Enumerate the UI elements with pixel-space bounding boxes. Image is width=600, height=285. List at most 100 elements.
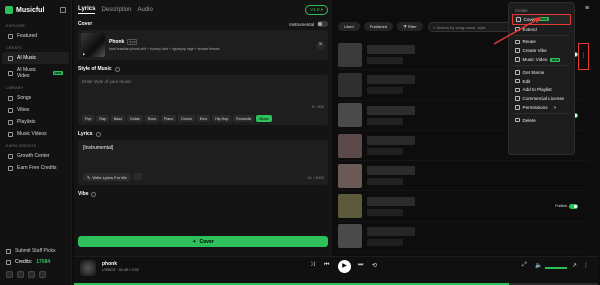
help-icon[interactable]	[95, 131, 101, 137]
filter-button[interactable]: ⧩ Filter	[397, 22, 423, 31]
lyrics-tools-button[interactable]	[133, 173, 142, 180]
sidebar-item-featured[interactable]: Featured	[2, 30, 69, 42]
song-row[interactable]	[338, 222, 588, 253]
tab-audio[interactable]: Audio	[137, 7, 152, 13]
fullscreen-icon[interactable]: ⤢	[522, 262, 527, 269]
instrumental-toggle[interactable]	[317, 21, 328, 27]
style-chip[interactable]: Guitar	[127, 115, 143, 122]
discord-icon[interactable]	[39, 271, 46, 278]
song-thumbnail	[338, 194, 362, 219]
filter-liked[interactable]: Liked	[338, 22, 360, 31]
sidebar-item-ai-music[interactable]: AI Music	[2, 52, 69, 64]
new-badge: NEW	[53, 71, 63, 75]
menu-item-add-to-playlist[interactable]: Add to Playlist	[512, 85, 571, 94]
collapse-sidebar-icon[interactable]	[60, 7, 66, 13]
style-chip[interactable]: Romantic	[233, 115, 255, 122]
sidebar-item-vibes[interactable]: Vibes	[2, 104, 69, 116]
pen-icon: ✎	[87, 174, 91, 180]
sidebar-item-earn-free-credits[interactable]: Earn Free Credits	[2, 162, 69, 174]
style-chip[interactable]: Bass	[111, 115, 125, 122]
repeat-icon[interactable]: ⟲	[372, 262, 377, 269]
menu-item-reuse[interactable]: Reuse	[512, 38, 571, 47]
sidebar-item-growth-center[interactable]: Growth Center	[2, 150, 69, 162]
song-more-options-button[interactable]: ⋮	[578, 43, 589, 70]
app-name: Musicful	[16, 6, 45, 14]
write-lyrics-button[interactable]: ✎ Write Lyrics For Me	[83, 173, 131, 181]
songs-icon	[8, 95, 13, 101]
instagram-icon[interactable]	[28, 271, 35, 278]
cover-submit-button[interactable]: ✦ Cover	[78, 236, 328, 247]
previous-icon[interactable]: ⏮	[324, 262, 329, 269]
volume-slider[interactable]	[545, 267, 567, 269]
style-chip[interactable]: Piano	[161, 115, 177, 122]
style-chip[interactable]: Rock	[144, 115, 159, 122]
instrumental-toggle-group: Instrumental	[289, 21, 328, 27]
next-icon[interactable]: ⏭	[358, 262, 363, 269]
cover-version-tag: V1.5	[127, 39, 138, 45]
song-thumbnail	[338, 42, 362, 67]
style-chip[interactable]: Hip Hop	[212, 115, 232, 122]
cover-icon	[516, 17, 521, 22]
menu-item-extend[interactable]: Extend	[512, 25, 571, 34]
filter-published[interactable]: Published	[363, 22, 394, 31]
lyrics-text: [Instrumental]	[83, 145, 114, 151]
license-icon	[515, 96, 520, 101]
tiktok-icon[interactable]	[17, 271, 24, 278]
menu-item-get-stems[interactable]: Get Stems	[512, 68, 571, 77]
song-thumbnail	[338, 133, 362, 158]
youtube-icon[interactable]	[6, 271, 13, 278]
help-icon[interactable]	[91, 191, 97, 197]
section-create: CREATE	[6, 46, 23, 50]
music-videos-icon	[8, 131, 13, 137]
tab-lyrics[interactable]: Lyrics	[78, 6, 96, 14]
sidebar-item-ai-music-video[interactable]: AI Music Video NEW	[2, 64, 69, 82]
song-search-input[interactable]: ⌕ Search by song name, style	[428, 22, 520, 32]
chevron-right-icon: >	[553, 104, 557, 110]
cover-heading: Cover Instrumental	[78, 21, 328, 27]
app-logo[interactable]: Musicful	[0, 0, 71, 20]
creator-panel: Lyrics Description Audio V1.0 ▾ Cover In…	[74, 0, 332, 258]
menu-item-commercial-license[interactable]: Commercial License	[512, 94, 571, 103]
submit-staff-picks-link[interactable]: Submit Staff Picks	[5, 246, 67, 256]
style-input[interactable]: Enter style of your music 0 / 300 Pop Ra…	[78, 75, 328, 125]
version-select[interactable]: V1.0 ▾	[305, 5, 328, 15]
section-explore: EXPLORE	[6, 24, 26, 28]
menu-icon[interactable]: ≡	[582, 4, 592, 13]
play-button[interactable]: ▶	[338, 260, 351, 273]
style-chip[interactable]: Rap	[96, 115, 109, 122]
volume-icon[interactable]: 🔈	[535, 262, 542, 269]
remove-cover-button[interactable]: ×	[316, 40, 325, 50]
style-chip[interactable]: Drums	[178, 115, 195, 122]
menu-item-cover[interactable]: Cover NEW	[512, 14, 571, 25]
share-icon[interactable]: ↗	[572, 262, 577, 269]
menu-item-delete[interactable]: Delete	[512, 116, 571, 125]
lyrics-input[interactable]: [Instrumental] 14 / 3000 ✎ Write Lyrics F…	[78, 140, 328, 185]
style-chip[interactable]: Music	[256, 115, 272, 122]
sidebar-item-music-videos[interactable]: Music Videos	[2, 128, 69, 140]
sidebar-item-playlists[interactable]: Playlists	[2, 116, 69, 128]
song-thumbnail	[338, 72, 362, 97]
section-earn-credits: EARN CREDITS	[6, 144, 37, 148]
shuffle-icon[interactable]: ⤨	[310, 262, 315, 269]
style-heading: Style of Music	[78, 66, 328, 72]
edit-icon	[515, 78, 520, 84]
new-badge: NEW	[538, 17, 549, 22]
menu-item-music-video[interactable]: Music Video NEW	[512, 55, 571, 64]
lyrics-heading: Lyrics	[78, 131, 328, 137]
menu-item-create-vibe[interactable]: Create Vibe	[512, 46, 571, 55]
menu-item-permissions[interactable]: Permissions >	[512, 103, 571, 112]
publish-toggle[interactable]	[569, 203, 578, 209]
song-row[interactable]: Publish	[338, 191, 588, 222]
more-icon[interactable]: ⋮	[583, 262, 589, 269]
style-chip[interactable]: Emo	[196, 115, 211, 122]
credits-display: Credits: 17084	[5, 256, 67, 268]
menu-item-edit[interactable]: Edit	[512, 77, 571, 86]
song-row[interactable]	[338, 161, 588, 192]
sidebar-item-songs[interactable]: Songs	[2, 92, 69, 104]
song-thumbnail	[338, 163, 362, 188]
style-chip[interactable]: Pop	[82, 115, 95, 122]
help-icon[interactable]	[114, 66, 120, 72]
featured-icon	[8, 33, 13, 39]
style-chips: Pop Rap Bass Guitar Rock Piano Drums Emo…	[82, 115, 272, 122]
tab-description[interactable]: Description	[101, 7, 131, 13]
